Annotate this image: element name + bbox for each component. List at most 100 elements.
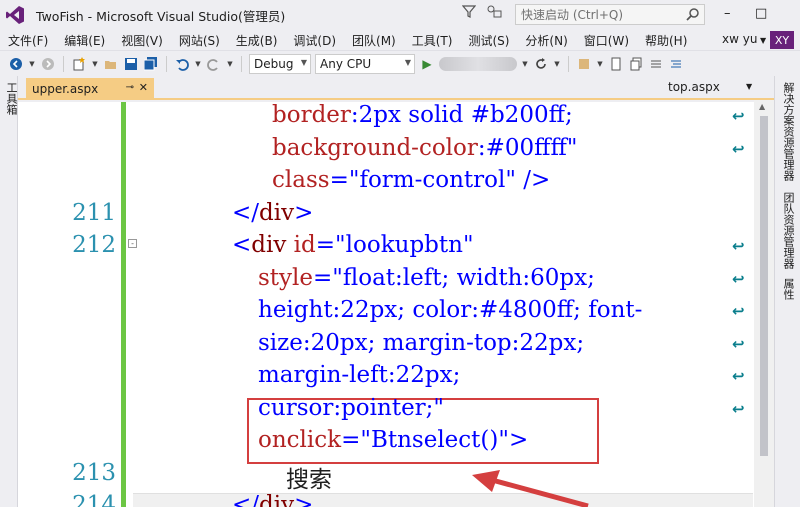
browser-select-blurred[interactable] xyxy=(439,56,517,71)
code-line[interactable]: border:2px solid #b200ff; ↩ xyxy=(18,102,754,135)
code-line[interactable]: cursor:pointer;" ↩ xyxy=(18,395,754,428)
chevron-down-icon[interactable]: ▼ xyxy=(226,56,234,72)
minimize-icon[interactable]: – xyxy=(724,6,731,21)
undo-icon[interactable] xyxy=(174,56,190,72)
redo-icon[interactable] xyxy=(206,56,222,72)
refresh-icon[interactable] xyxy=(533,56,549,72)
uncomment-icon[interactable] xyxy=(668,56,684,72)
code-line[interactable]: class="form-control" /> xyxy=(18,167,754,200)
open-folder-icon[interactable] xyxy=(103,56,119,72)
document-icon[interactable] xyxy=(608,56,624,72)
tab-top-aspx[interactable]: top.aspx xyxy=(668,80,720,94)
code-token: onclick xyxy=(258,427,342,453)
toolbar-separator xyxy=(241,55,242,72)
chevron-down-icon[interactable]: ▼ xyxy=(521,56,529,72)
save-icon[interactable] xyxy=(123,56,139,72)
platform-select[interactable]: Any CPU ▼ xyxy=(315,53,415,74)
platform-value: Any CPU xyxy=(320,56,372,71)
word-wrap-icon: ↩ xyxy=(732,399,745,418)
code-token: " xyxy=(360,427,371,453)
menu-help[interactable]: 帮助(H) xyxy=(637,32,695,49)
code-token: ; xyxy=(564,102,573,128)
chevron-down-icon[interactable]: ▼ xyxy=(746,82,752,91)
chevron-down-icon[interactable]: ▼ xyxy=(596,56,604,72)
filter-icon[interactable] xyxy=(461,4,477,21)
code-line[interactable]: size:20px; margin-top:22px; ↩ xyxy=(18,330,754,363)
code-line[interactable]: onclick="Btnselect()"> xyxy=(18,427,754,460)
right-tool-strip: 解决方案资源管理器 团队资源管理器 属性 xyxy=(774,76,800,507)
vertical-scrollbar[interactable]: ▲ xyxy=(754,100,774,507)
chevron-down-icon[interactable]: ▼ xyxy=(28,56,36,72)
chevron-down-icon[interactable]: ▼ xyxy=(91,56,99,72)
code-line[interactable]: margin-left:22px; ↩ xyxy=(18,362,754,395)
scroll-up-icon[interactable]: ▲ xyxy=(759,102,765,111)
properties-tab[interactable]: 属性 xyxy=(780,278,796,300)
code-token: : xyxy=(350,102,359,128)
menu-edit[interactable]: 编辑(E) xyxy=(56,32,113,49)
code-line[interactable]: 211 </div> xyxy=(18,200,754,233)
forward-icon[interactable] xyxy=(40,56,56,72)
toolbox-tab[interactable]: 工具箱 xyxy=(3,82,19,115)
menu-debug[interactable]: 调试(D) xyxy=(285,32,344,49)
pin-icon[interactable]: ⊸ xyxy=(126,82,134,93)
solution-config-select[interactable]: Debug ▼ xyxy=(249,53,311,74)
code-line[interactable]: style="float:left; width:60px; ↩ xyxy=(18,265,754,298)
code-token: size:20px; margin-top:22px; xyxy=(258,329,585,356)
code-line[interactable]: 214 </div> xyxy=(18,492,754,507)
code-editor[interactable]: border:2px solid #b200ff; ↩ background-col… xyxy=(18,102,754,507)
back-icon[interactable] xyxy=(8,56,24,72)
menu-file[interactable]: 文件(F) xyxy=(0,32,56,49)
code-text: 搜索 xyxy=(286,460,332,494)
code-token: div xyxy=(251,232,287,258)
word-wrap-icon: ↩ xyxy=(732,269,745,288)
code-token: > xyxy=(294,199,314,226)
code-text: style="float:left; width:60px; xyxy=(258,265,595,291)
tab-upper-aspx[interactable]: upper.aspx ⊸ ✕ xyxy=(26,78,154,100)
menu-view[interactable]: 视图(V) xyxy=(113,32,171,49)
word-wrap-icon: ↩ xyxy=(732,107,745,125)
code-text: </div> xyxy=(232,200,313,226)
code-line[interactable]: height:22px; color:#4800ff; font- ↩ xyxy=(18,297,754,330)
user-name[interactable]: xw yu xyxy=(722,32,757,46)
start-debug-icon[interactable]: ▶ xyxy=(419,56,435,72)
new-project-icon[interactable] xyxy=(71,56,87,72)
menu-build[interactable]: 生成(B) xyxy=(228,32,286,49)
bookmark-icon[interactable] xyxy=(576,56,592,72)
copy-icon[interactable] xyxy=(628,56,644,72)
chevron-down-icon[interactable]: ▼ xyxy=(553,56,561,72)
solution-explorer-tab[interactable]: 解决方案资源管理器 xyxy=(780,82,796,181)
comment-icon[interactable] xyxy=(648,56,664,72)
feedback-icon[interactable] xyxy=(486,4,502,21)
code-token: > xyxy=(294,492,314,507)
menu-analyze[interactable]: 分析(N) xyxy=(517,32,575,49)
visual-studio-logo-icon xyxy=(0,0,30,30)
code-token: " /> xyxy=(505,167,551,193)
quick-launch-input[interactable]: 快速启动 (Ctrl+Q) xyxy=(515,4,705,25)
search-icon[interactable] xyxy=(686,7,700,24)
annotation-arrow-icon xyxy=(472,470,589,507)
avatar[interactable]: XY xyxy=(770,31,794,49)
chevron-down-icon[interactable]: ▼ xyxy=(760,36,766,45)
menu-test[interactable]: 测试(S) xyxy=(460,32,517,49)
code-line[interactable]: background-color:#00ffff" ↩ xyxy=(18,135,754,168)
code-text: cursor:pointer;" xyxy=(258,395,444,421)
close-icon[interactable]: ✕ xyxy=(139,81,148,94)
code-token: form-control xyxy=(359,167,506,193)
menu-website[interactable]: 网站(S) xyxy=(171,32,228,49)
maximize-icon[interactable]: □ xyxy=(755,6,767,21)
word-wrap-icon: ↩ xyxy=(732,237,745,255)
code-line[interactable]: 212 <div id="lookupbtn" - ↩ xyxy=(18,232,754,265)
chevron-down-icon[interactable]: ▼ xyxy=(194,56,202,72)
scroll-thumb[interactable] xyxy=(760,116,768,456)
code-token: "> xyxy=(498,427,529,453)
save-all-icon[interactable] xyxy=(143,56,159,72)
team-explorer-tab[interactable]: 团队资源管理器 xyxy=(780,192,796,269)
code-line[interactable]: 213 搜索 xyxy=(18,460,754,493)
window-title: TwoFish - Microsoft Visual Studio(管理员) xyxy=(36,8,286,24)
menu-team[interactable]: 团队(M) xyxy=(344,32,404,49)
menu-window[interactable]: 窗口(W) xyxy=(576,32,637,49)
menu-tools[interactable]: 工具(T) xyxy=(404,32,461,49)
collapse-icon[interactable]: - xyxy=(128,239,137,248)
code-token: lookupbtn xyxy=(345,232,463,258)
code-token: : xyxy=(477,134,486,161)
